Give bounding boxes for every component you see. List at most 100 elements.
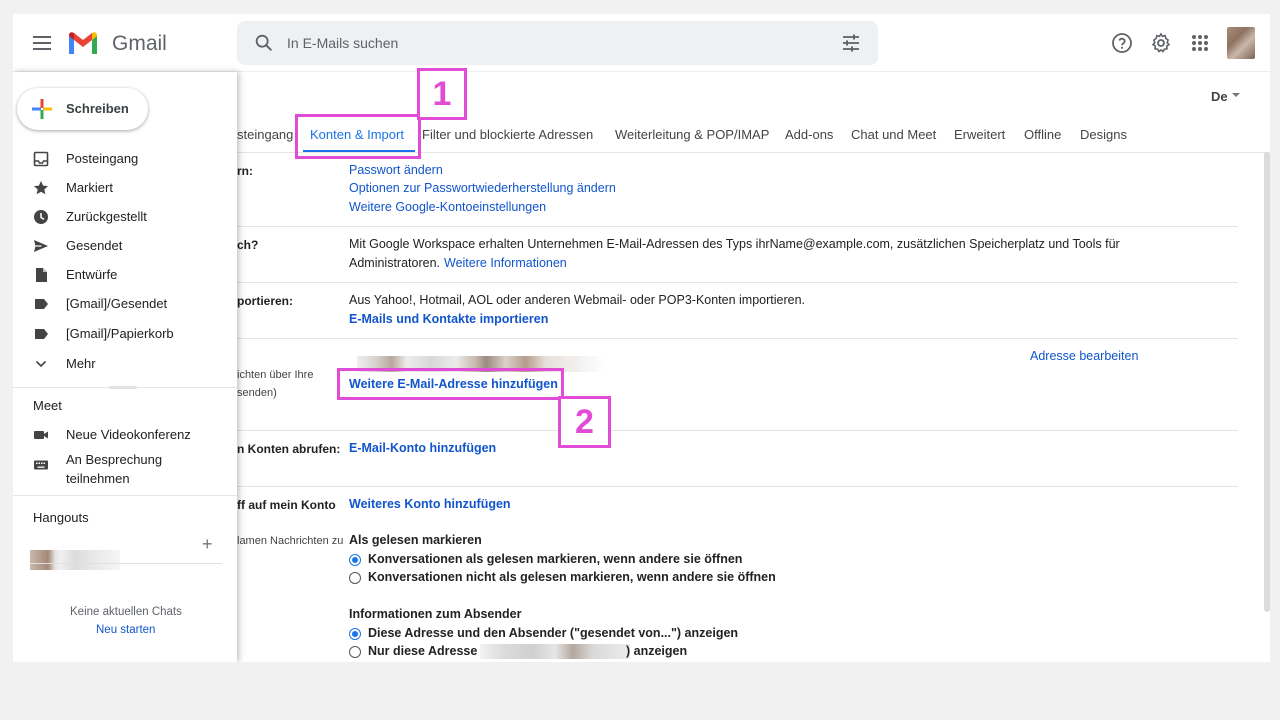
gmail-window: Gmail De steingang Konten & Import Filte… — [13, 14, 1270, 662]
annotation-label: 1 — [432, 74, 452, 113]
sidebar-item-starred[interactable]: Markiert — [13, 174, 237, 202]
send-icon — [34, 240, 48, 252]
sender-info-heading: Informationen zum Absender — [349, 607, 522, 621]
settings-gear-icon[interactable] — [1150, 32, 1172, 54]
only-address-option-end[interactable]: ) anzeigen — [626, 644, 687, 658]
no-mark-read-option[interactable]: Konversationen nicht als gelesen markier… — [368, 570, 776, 584]
tab-filters[interactable]: Filter und blockierte Adressen — [422, 127, 593, 142]
settings-panel: De steingang Konten & Import Filter und … — [237, 72, 1270, 662]
sidebar-item-inbox[interactable]: Posteingang — [13, 145, 237, 173]
row-label-grant-access: ff auf mein Konto — [237, 498, 336, 512]
chevron-down-icon — [35, 360, 47, 368]
search-input[interactable] — [287, 31, 807, 55]
hangouts-section-title: Hangouts — [33, 510, 89, 525]
sidebar-divider — [13, 387, 237, 388]
add-another-account-link[interactable]: Weiteres Konto hinzufügen — [349, 497, 511, 511]
sidebar-item-new-meeting[interactable]: Neue Videokonferenz — [13, 421, 237, 449]
sidebar-item-gmail-trash[interactable]: [Gmail]/Papierkorb — [13, 320, 237, 348]
sidebar-item-label: Entwürfe — [66, 267, 118, 282]
tab-chat-meet[interactable]: Chat und Meet — [851, 127, 936, 142]
mark-read-radio[interactable] — [349, 554, 361, 566]
sidebar-item-more[interactable]: Mehr — [13, 350, 237, 378]
row-label-send-as-2: senden) — [237, 387, 277, 399]
sidebar-item-label: Posteingang — [66, 151, 139, 166]
annotation-box-2 — [337, 368, 564, 400]
main-menu-icon[interactable] — [30, 31, 54, 55]
add-contact-icon[interactable]: + — [202, 534, 213, 555]
star-icon — [33, 181, 49, 195]
sidebar-item-gmail-sent[interactable]: [Gmail]/Gesendet — [13, 290, 237, 318]
tab-forwarding[interactable]: Weiterleitung & POP/IMAP — [615, 127, 769, 142]
row-divider — [237, 430, 1238, 431]
add-mail-account-link[interactable]: E-Mail-Konto hinzufügen — [349, 441, 496, 455]
hangouts-divider — [30, 563, 222, 564]
import-description: Aus Yahoo!, Hotmail, AOL oder anderen We… — [349, 293, 806, 307]
show-sender-radio[interactable] — [349, 628, 361, 640]
row-label-mark-read: lamen Nachrichten zu — [237, 535, 344, 547]
change-password-link[interactable]: Passwort ändern — [349, 163, 443, 177]
annotation-box-1 — [295, 114, 421, 159]
label-icon — [35, 299, 48, 309]
sidebar-item-drafts[interactable]: Entwürfe — [13, 261, 237, 289]
language-indicator[interactable]: De — [1211, 89, 1228, 104]
sidebar-item-join-meeting[interactable]: An Besprechung teilnehmen — [13, 450, 237, 492]
sidebar-item-sent[interactable]: Gesendet — [13, 232, 237, 260]
tab-addons[interactable]: Add-ons — [785, 127, 833, 142]
restart-link[interactable]: Neu starten — [96, 624, 155, 636]
help-icon[interactable] — [1111, 32, 1133, 54]
label-icon — [35, 329, 48, 339]
row-divider — [237, 338, 1238, 339]
annotation-label: 2 — [575, 402, 594, 441]
tab-advanced[interactable]: Erweitert — [954, 127, 1005, 142]
redacted-address — [480, 644, 630, 659]
sidebar-item-label-line2: teilnehmen — [66, 471, 130, 486]
draft-icon — [36, 268, 47, 282]
no-mark-read-radio[interactable] — [349, 572, 361, 584]
clock-icon — [34, 210, 48, 224]
compose-button[interactable]: Schreiben — [17, 88, 148, 130]
search-options-icon[interactable] — [841, 33, 861, 53]
scrollbar[interactable] — [1264, 152, 1270, 612]
apps-grid-icon[interactable] — [1189, 32, 1211, 54]
row-label-workspace: ch? — [237, 238, 259, 252]
row-divider — [237, 486, 1238, 487]
workspace-text: Mit Google Workspace erhalten Unternehme… — [349, 237, 1120, 251]
only-address-option-start[interactable]: Nur diese Adresse ( — [368, 644, 485, 658]
password-recovery-link[interactable]: Optionen zur Passwortwiederherstellung ä… — [349, 181, 616, 195]
only-address-radio[interactable] — [349, 646, 361, 658]
tab-offline[interactable]: Offline — [1024, 127, 1061, 142]
account-avatar[interactable] — [1227, 27, 1255, 59]
sidebar-item-label: Gesendet — [66, 238, 123, 253]
mark-as-read-heading: Als gelesen markieren — [349, 533, 482, 547]
keyboard-icon — [34, 460, 48, 470]
video-icon — [34, 431, 48, 439]
google-account-settings-link[interactable]: Weitere Google-Kontoeinstellungen — [349, 200, 546, 214]
sidebar-item-label: An Besprechung — [66, 452, 163, 467]
search-bar — [237, 21, 878, 65]
mark-read-option[interactable]: Konversationen als gelesen markieren, we… — [368, 552, 742, 566]
caret-down-icon[interactable] — [1232, 93, 1240, 97]
sidebar: Schreiben Posteingang Markiert Zurückges… — [13, 72, 237, 662]
row-label-change: rn: — [237, 164, 253, 178]
row-label-fetch-mail: n Konten abrufen: — [237, 442, 341, 456]
sidebar-item-label: Neue Videokonferenz — [66, 427, 191, 442]
annotation-number-2: 2 — [558, 396, 611, 448]
inbox-icon — [33, 151, 49, 167]
hangouts-contact-avatar[interactable] — [30, 550, 120, 570]
search-icon[interactable] — [253, 32, 275, 54]
gmail-logo-icon[interactable] — [67, 30, 99, 54]
edit-address-link[interactable]: Adresse bearbeiten — [1030, 349, 1138, 363]
tab-inbox[interactable]: steingang — [237, 127, 293, 142]
sidebar-divider — [13, 495, 237, 496]
sidebar-item-snoozed[interactable]: Zurückgestellt — [13, 203, 237, 231]
tab-themes[interactable]: Designs — [1080, 127, 1127, 142]
show-sender-option[interactable]: Diese Adresse und den Absender ("gesende… — [368, 626, 738, 640]
more-info-link[interactable]: Weitere Informationen — [444, 256, 567, 270]
row-label-send-as: ichten über Ihre — [237, 369, 314, 381]
row-divider — [237, 226, 1238, 227]
app-name[interactable]: Gmail — [112, 32, 167, 56]
sidebar-item-label: Markiert — [66, 180, 113, 195]
top-bar: Gmail — [13, 14, 1270, 72]
sidebar-item-label: Zurückgestellt — [66, 209, 147, 224]
import-mail-contacts-link[interactable]: E-Mails und Kontakte importieren — [349, 312, 548, 326]
